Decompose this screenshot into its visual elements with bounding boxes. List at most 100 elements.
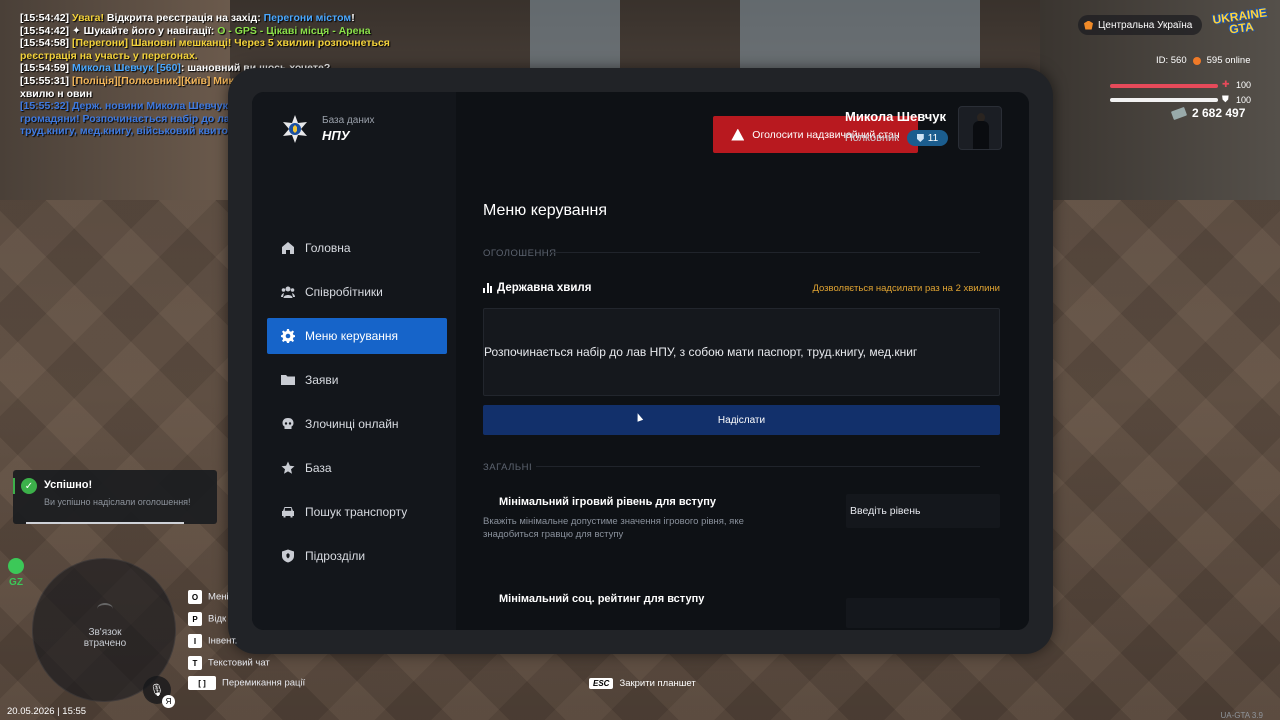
chat-time: [15:54:58] (20, 37, 70, 50)
section-label-announcements: ОГОЛОШЕННЯ (483, 248, 557, 259)
warning-icon (731, 128, 745, 141)
armor-value: 100 (1236, 95, 1252, 105)
notification-text: Ви успішно надіслали оголошення! (44, 497, 191, 507)
health-bar (1110, 84, 1218, 88)
money-display: 2 682 497 (1170, 106, 1246, 120)
green-zone-indicator: GZ (8, 558, 24, 588)
home-icon (281, 241, 295, 255)
folder-icon (281, 373, 295, 387)
esc-key: ESC (589, 678, 614, 689)
announcement-textarea[interactable]: Розпочинається набір до лав НПУ, з собою… (483, 308, 1000, 396)
star-icon (281, 461, 295, 475)
sidebar-item-label: Заяви (305, 373, 339, 387)
rank-shield-icon (916, 134, 924, 142)
state-wave-title: Державна хвиля (483, 282, 591, 294)
page-title: Меню керування (483, 202, 608, 219)
notification-progress (26, 522, 184, 524)
sidebar-item-7[interactable]: Підрозділи (267, 538, 447, 574)
sidebar-nav: Головна Співробітники Меню керування Заяви З… (267, 230, 447, 582)
key-hint-label: Мені (208, 591, 229, 603)
sidebar-item-label: Меню керування (305, 329, 399, 343)
sidebar-item-5[interactable]: База (267, 450, 447, 486)
key-hint-row: I Інвент. (188, 634, 237, 648)
min-level-title: Мінімальний ігровий рівень для вступу (499, 496, 716, 508)
gear-icon (281, 329, 295, 343)
sidebar-item-1[interactable]: Співробітники (267, 274, 447, 310)
region-label: Центральна Україна (1098, 19, 1193, 31)
sidebar-item-label: Пошук транспорту (305, 505, 408, 519)
armor-bar (1110, 98, 1218, 102)
sidebar: База даних НПУ Головна Співробітники Меню … (252, 92, 456, 630)
users-icon (281, 285, 295, 299)
online-icon (1192, 56, 1201, 65)
chat-time: [15:55:32] (20, 100, 70, 113)
health-icon: ✚ (1222, 79, 1230, 89)
key-hint-label: Інвент. (208, 635, 238, 647)
microphone-icon[interactable]: 🎙 Я (143, 676, 175, 708)
chat-time: [15:54:42] (20, 12, 70, 24)
close-tablet-hint[interactable]: ESC Закрити планшет (589, 678, 696, 689)
chat-line: [15:54:42] ✦ Шукайте його у навігації: O… (20, 25, 400, 38)
shield-icon (281, 549, 295, 563)
min-rating-title: Мінімальний соц. рейтинг для вступу (499, 593, 705, 605)
check-icon: ✓ (21, 478, 37, 494)
notification-title: Успішно! (44, 479, 93, 491)
rank-level-badge: 11 (907, 130, 948, 146)
key-cap: P (188, 612, 202, 626)
sidebar-item-3[interactable]: Заяви (267, 362, 447, 398)
sidebar-item-6[interactable]: Пошук транспорту (267, 494, 447, 530)
connection-lost-text: Зв'язок втрачено (83, 627, 127, 649)
sidebar-item-2[interactable]: Меню керування (267, 318, 447, 354)
sidebar-item-4[interactable]: Злочинці онлайн (267, 406, 447, 442)
key-cap: [ ] (188, 676, 216, 690)
region-badge: Центральна Україна (1078, 15, 1203, 35)
chat-text: O - GPS - Цікаві місця - Арена (217, 24, 371, 37)
player-id: ID: 560 (1156, 55, 1187, 66)
sidebar-item-0[interactable]: Головна (267, 230, 447, 266)
skull-icon (281, 417, 295, 431)
min-level-input[interactable]: Введіть рівень (846, 494, 1000, 528)
key-hint-row: O Мені (188, 590, 229, 604)
sidebar-item-label: Злочинці онлайн (305, 417, 399, 431)
brand-title: НПУ (322, 128, 350, 143)
chat-text: [560] (156, 62, 181, 75)
key-hint-label: Текстовий чат (208, 657, 270, 669)
game-version: UA-GTA 3.9 (1220, 711, 1263, 720)
chat-text: [Перегони] Шановні мешканці! Через 5 хви… (20, 37, 390, 62)
sidebar-item-label: Підрозділи (305, 549, 366, 563)
profile-rank: Полковник (844, 132, 899, 144)
chat-text: Відкрита реєстрація на захід: (106, 12, 264, 24)
section-label-general: ЗАГАЛЬНІ (483, 462, 533, 473)
key-hint-row: P Відк (188, 612, 226, 626)
datetime: 20.05.2026 | 15:55 (7, 706, 87, 717)
section-divider (550, 252, 980, 253)
state-wave-label: Державна хвиля (497, 282, 592, 294)
chat-text: Микола Шевчук (69, 62, 157, 75)
key-hint-label: Перемикання рації (222, 677, 306, 689)
chat-text: ✦ Шукайте його у навігації: (69, 24, 218, 37)
health-value: 100 (1236, 80, 1252, 90)
min-rating-input[interactable] (846, 598, 1000, 628)
chat-time: [15:55:31] (20, 74, 70, 87)
key-hint-label: Відк (208, 613, 227, 625)
money-value: 2 682 497 (1192, 106, 1246, 120)
sidebar-item-label: База (305, 461, 332, 475)
min-level-description: Вкажіть мінімальне допустиме значення іг… (483, 516, 744, 540)
state-wave-hint: Дозволяється надсилати раз на 2 хвилини (812, 283, 1000, 294)
armor-icon: ⛊ (1222, 94, 1229, 104)
key-cap: I (188, 634, 202, 648)
avatar[interactable] (958, 106, 1002, 150)
no-signal-icon (97, 603, 113, 615)
bar-chart-icon (483, 283, 492, 293)
success-notification: ✓ Успішно! Ви успішно надіслали оголошен… (13, 470, 217, 524)
brand (280, 114, 310, 144)
chat-text: Перегони містом (263, 12, 352, 24)
close-tablet-label: Закрити планшет (619, 678, 696, 689)
region-icon (1084, 20, 1093, 30)
chat-line: [15:54:58] [Перегони] Шановні мешканці! … (20, 37, 400, 62)
brand-subtitle: База даних (322, 115, 375, 126)
key-hint-row: T Текстовий чат (188, 656, 270, 670)
main-panel: Оголосити надзвичайний стан Микола Шевчу… (456, 92, 1029, 630)
send-button[interactable]: Надіслати (483, 405, 1000, 435)
sidebar-item-label: Головна (305, 241, 351, 255)
